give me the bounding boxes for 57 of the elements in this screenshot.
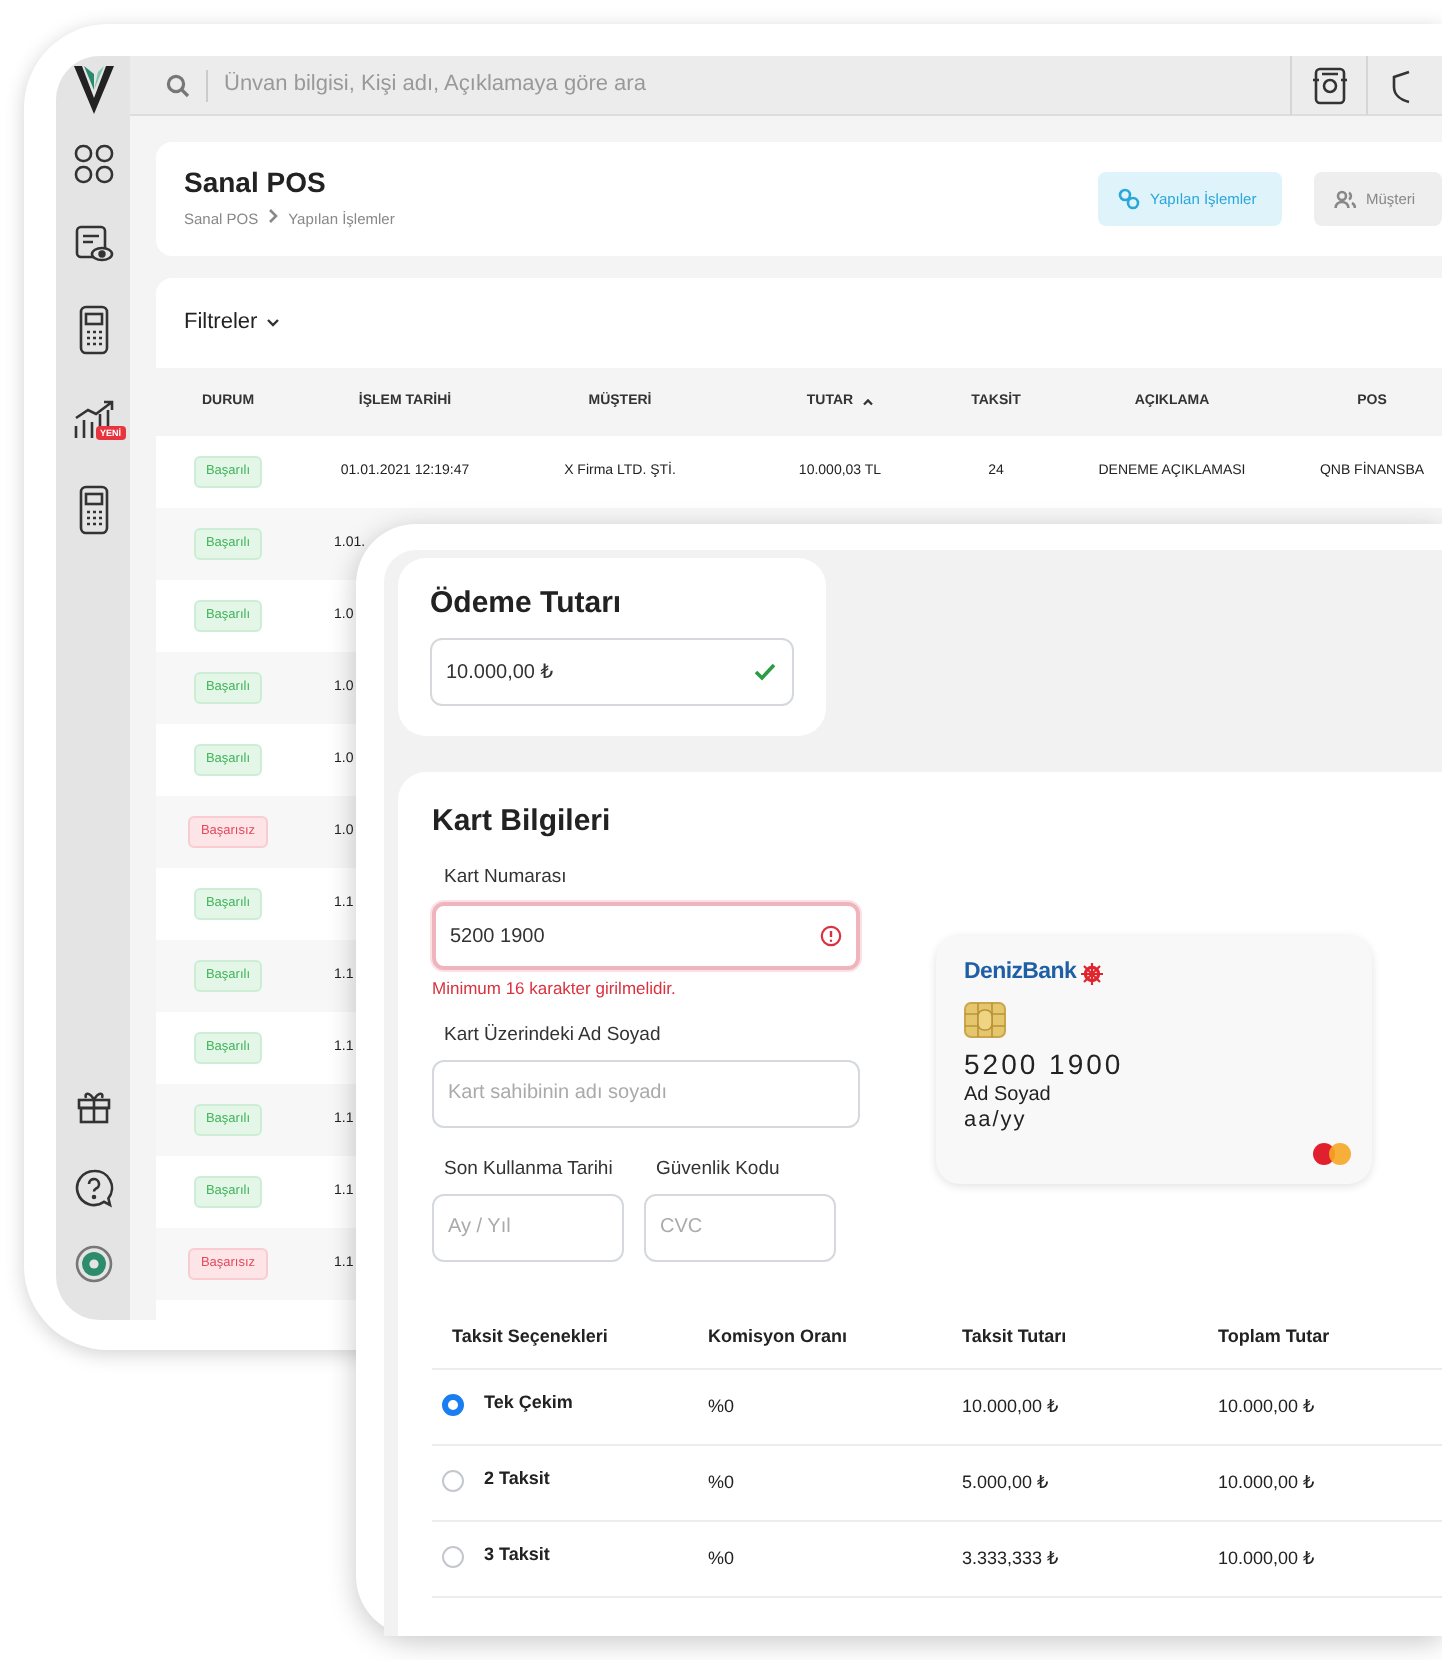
people-icon bbox=[1334, 189, 1356, 209]
search-bar[interactable]: Ünvan bilgisi, Kişi adı, Açıklamaya göre ara bbox=[130, 56, 1290, 116]
search-icon bbox=[166, 73, 190, 97]
field-label: Güvenlik Kodu bbox=[654, 1155, 782, 1184]
settings-icon[interactable] bbox=[73, 1244, 113, 1284]
card-terminal-icon[interactable] bbox=[77, 304, 109, 356]
option-label: 3 Taksit bbox=[484, 1542, 550, 1569]
wheel-icon bbox=[1080, 961, 1105, 986]
table-cell: 10.000,00 ₺ bbox=[1218, 1472, 1315, 1492]
table-cell: 5.000,00 ₺ bbox=[962, 1472, 1049, 1492]
input-field[interactable]: Ay / Yıl bbox=[432, 1193, 624, 1262]
error-message: Minimum 16 karakter girilmelidir. bbox=[432, 976, 678, 1002]
column-header: Toplam Tutar bbox=[1218, 1325, 1330, 1346]
search-field[interactable]: Ünvan bilgisi, Kişi adı, Açıklamaya göre ara bbox=[206, 69, 1126, 101]
column-header: Komisyon Oranı bbox=[708, 1325, 848, 1346]
radio-button[interactable] bbox=[442, 1545, 464, 1568]
card-logo-icon bbox=[1312, 1142, 1352, 1166]
cardholder-name: Ad Soyad bbox=[964, 1081, 1053, 1108]
card-title: Ödeme Tutarı bbox=[430, 586, 624, 622]
input-field[interactable]: CVC bbox=[644, 1193, 836, 1262]
table-cell: %0 bbox=[708, 1472, 735, 1492]
card-title: Kart Bilgileri bbox=[432, 804, 613, 840]
table-cell: 10.000,00 ₺ bbox=[1218, 1548, 1315, 1568]
card-expiry: aa/yy bbox=[964, 1107, 1029, 1134]
help-icon[interactable] bbox=[73, 1168, 113, 1208]
filters-toggle[interactable]: Filtreler bbox=[184, 306, 258, 340]
table-cell: 10.000,00 ₺ bbox=[1218, 1396, 1315, 1416]
radio-button[interactable] bbox=[442, 1393, 464, 1416]
table-cell: %0 bbox=[708, 1396, 735, 1416]
field-label: Kart Numarası bbox=[442, 864, 569, 892]
field-label: Son Kullanma Tarihi bbox=[442, 1155, 615, 1184]
error-icon bbox=[820, 925, 842, 947]
card-number: 5200 1900 bbox=[964, 1050, 1126, 1082]
chip-icon bbox=[964, 1002, 1006, 1039]
option-label: 2 Taksit bbox=[484, 1466, 550, 1493]
option-label: Tek Çekim bbox=[484, 1390, 573, 1417]
gift-icon[interactable] bbox=[75, 1088, 111, 1124]
table-cell: 3.333,333 ₺ bbox=[962, 1548, 1059, 1568]
chevron-icon bbox=[268, 208, 279, 225]
page-title: Sanal POS bbox=[184, 167, 328, 199]
input-field[interactable]: Kart sahibinin adı soyadı bbox=[432, 1059, 860, 1128]
column-header: Taksit Tutarı bbox=[962, 1325, 1067, 1346]
grid-icon[interactable] bbox=[73, 144, 113, 184]
logo-icon bbox=[71, 64, 115, 116]
terminal-icon[interactable] bbox=[1311, 65, 1347, 105]
sort-up-icon[interactable] bbox=[861, 398, 874, 406]
column-header: Taksit Seçenekleri bbox=[452, 1325, 608, 1346]
chevron-down-icon[interactable] bbox=[265, 318, 280, 328]
card-terminal-icon[interactable] bbox=[77, 484, 109, 536]
bank-logo: DenizBank bbox=[964, 958, 1077, 988]
table-cell: %0 bbox=[708, 1548, 735, 1568]
document-eye-icon[interactable] bbox=[73, 224, 113, 264]
field-label: Kart Üzerindeki Ad Soyad bbox=[442, 1021, 663, 1050]
input-field[interactable]: 5200 1900 bbox=[432, 902, 860, 970]
radio-button[interactable] bbox=[442, 1469, 464, 1492]
amount-field[interactable]: 10.000,00 ₺ bbox=[430, 638, 794, 706]
table-cell: 10.000,00 ₺ bbox=[962, 1396, 1059, 1416]
